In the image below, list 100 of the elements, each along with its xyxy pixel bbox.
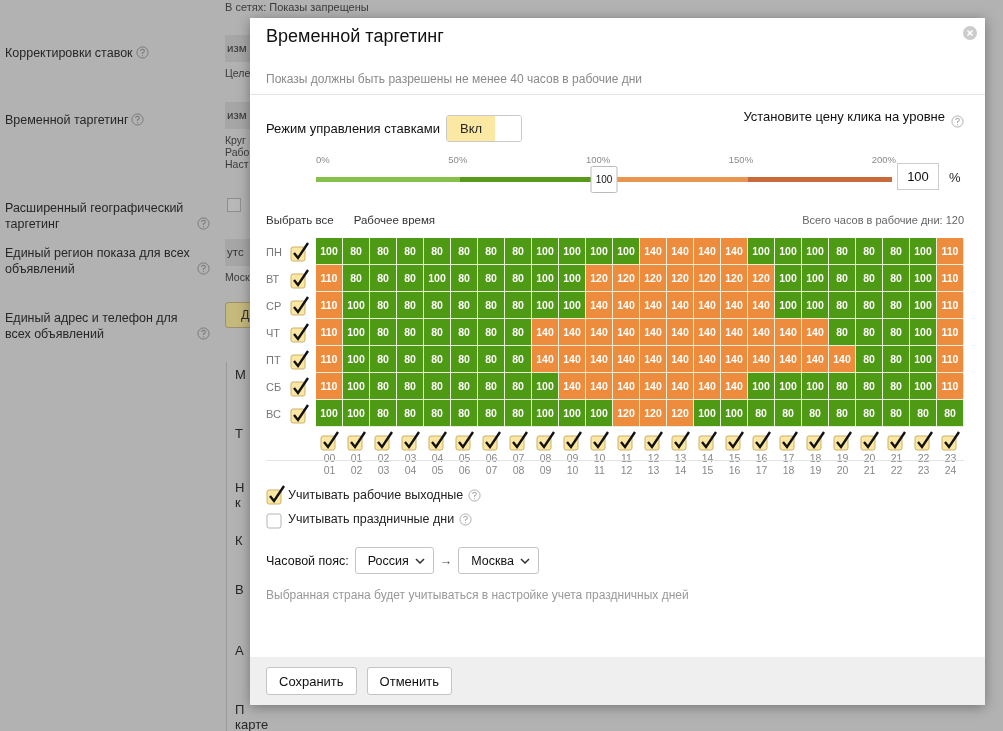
day-checkbox[interactable] xyxy=(290,376,310,397)
hour-cell[interactable]: 100 xyxy=(802,292,829,319)
hour-cell[interactable]: 110 xyxy=(316,292,343,319)
hour-cell[interactable]: 140 xyxy=(586,319,613,346)
hour-checkbox[interactable] xyxy=(319,431,340,451)
hour-cell[interactable]: 80 xyxy=(478,400,505,427)
day-checkbox[interactable] xyxy=(290,349,310,370)
hour-cell[interactable]: 80 xyxy=(370,319,397,346)
hour-cell[interactable]: 120 xyxy=(640,400,667,427)
hour-checkbox[interactable] xyxy=(454,431,475,451)
hour-cell[interactable]: 100 xyxy=(316,400,343,427)
hour-cell[interactable]: 140 xyxy=(613,373,640,400)
hour-cell[interactable]: 140 xyxy=(667,319,694,346)
hour-cell[interactable]: 80 xyxy=(883,319,910,346)
hour-cell[interactable]: 140 xyxy=(829,346,856,373)
hour-cell[interactable]: 140 xyxy=(721,346,748,373)
hour-cell[interactable]: 110 xyxy=(316,265,343,292)
hour-cell[interactable]: 80 xyxy=(883,373,910,400)
hour-cell[interactable]: 100 xyxy=(613,238,640,265)
hour-cell[interactable]: 140 xyxy=(667,238,694,265)
dialog-button[interactable]: Сохранить xyxy=(266,667,357,695)
dialog-button[interactable]: Отменить xyxy=(366,667,452,695)
hour-cell[interactable]: 80 xyxy=(451,373,478,400)
hour-checkbox[interactable] xyxy=(346,431,367,451)
day-checkbox[interactable] xyxy=(290,295,310,316)
hour-cell[interactable]: 140 xyxy=(640,346,667,373)
hour-cell[interactable]: 140 xyxy=(640,373,667,400)
hour-cell[interactable]: 80 xyxy=(505,400,532,427)
hour-cell[interactable]: 80 xyxy=(451,292,478,319)
hour-cell[interactable]: 80 xyxy=(343,238,370,265)
hour-cell[interactable]: 140 xyxy=(586,346,613,373)
hour-cell[interactable]: 140 xyxy=(748,346,775,373)
hour-cell[interactable]: 80 xyxy=(856,238,883,265)
hour-cell[interactable]: 80 xyxy=(370,400,397,427)
hour-cell[interactable]: 100 xyxy=(802,373,829,400)
hour-cell[interactable]: 80 xyxy=(802,400,829,427)
hour-cell[interactable]: 80 xyxy=(451,346,478,373)
hour-cell[interactable]: 100 xyxy=(532,238,559,265)
hour-cell[interactable]: 140 xyxy=(775,346,802,373)
hour-cell[interactable]: 100 xyxy=(748,373,775,400)
checkbox[interactable] xyxy=(227,198,241,212)
hour-cell[interactable]: 80 xyxy=(910,400,937,427)
hour-cell[interactable]: 110 xyxy=(316,373,343,400)
hour-cell[interactable]: 80 xyxy=(856,400,883,427)
hour-cell[interactable]: 100 xyxy=(343,400,370,427)
hour-checkbox[interactable] xyxy=(913,431,934,451)
hour-cell[interactable]: 100 xyxy=(775,265,802,292)
hour-cell[interactable]: 80 xyxy=(856,319,883,346)
hour-cell[interactable]: 100 xyxy=(910,238,937,265)
hour-cell[interactable]: 140 xyxy=(559,319,586,346)
hour-cell[interactable]: 80 xyxy=(829,400,856,427)
hour-cell[interactable]: 80 xyxy=(829,238,856,265)
hour-cell[interactable]: 120 xyxy=(667,265,694,292)
hour-cell[interactable]: 140 xyxy=(721,373,748,400)
hour-checkbox[interactable] xyxy=(832,431,853,451)
hour-cell[interactable]: 80 xyxy=(883,238,910,265)
hour-cell[interactable]: 100 xyxy=(910,292,937,319)
hour-cell[interactable]: 80 xyxy=(478,238,505,265)
hour-checkbox[interactable] xyxy=(589,431,610,451)
hour-cell[interactable]: 80 xyxy=(478,265,505,292)
hour-cell[interactable]: 100 xyxy=(532,292,559,319)
hour-cell[interactable]: 140 xyxy=(640,238,667,265)
hour-cell[interactable]: 80 xyxy=(478,292,505,319)
hour-checkbox[interactable] xyxy=(616,431,637,451)
hour-cell[interactable]: 80 xyxy=(856,292,883,319)
hour-checkbox[interactable] xyxy=(724,431,745,451)
hour-cell[interactable]: 120 xyxy=(613,265,640,292)
hour-cell[interactable]: 100 xyxy=(748,238,775,265)
hour-cell[interactable]: 80 xyxy=(424,319,451,346)
hour-cell[interactable]: 140 xyxy=(694,373,721,400)
checkbox[interactable] xyxy=(266,485,286,505)
hour-cell[interactable]: 100 xyxy=(316,238,343,265)
hour-checkbox[interactable] xyxy=(427,431,448,451)
hour-cell[interactable]: 110 xyxy=(316,346,343,373)
hour-checkbox[interactable] xyxy=(805,431,826,451)
link[interactable]: Рабочее время xyxy=(353,214,436,226)
hour-cell[interactable]: 120 xyxy=(640,265,667,292)
hour-cell[interactable]: 80 xyxy=(370,292,397,319)
hour-cell[interactable]: 140 xyxy=(559,346,586,373)
hour-checkbox[interactable] xyxy=(778,431,799,451)
hour-checkbox[interactable] xyxy=(751,431,772,451)
hour-cell[interactable]: 80 xyxy=(505,319,532,346)
day-checkbox[interactable] xyxy=(290,268,310,289)
hour-cell[interactable]: 80 xyxy=(451,400,478,427)
hour-cell[interactable]: 80 xyxy=(937,400,964,427)
hour-cell[interactable]: 80 xyxy=(883,346,910,373)
hour-cell[interactable]: 80 xyxy=(424,373,451,400)
hour-cell[interactable]: 140 xyxy=(721,238,748,265)
hour-cell[interactable]: 120 xyxy=(613,400,640,427)
hour-cell[interactable]: 80 xyxy=(856,346,883,373)
hour-cell[interactable]: 100 xyxy=(910,373,937,400)
day-checkbox[interactable] xyxy=(290,241,310,262)
hour-cell[interactable]: 80 xyxy=(424,292,451,319)
hour-cell[interactable]: 100 xyxy=(559,265,586,292)
hour-cell[interactable]: 110 xyxy=(937,238,964,265)
hour-cell[interactable]: 140 xyxy=(532,319,559,346)
hour-cell[interactable]: 140 xyxy=(694,238,721,265)
hour-cell[interactable]: 80 xyxy=(505,292,532,319)
hour-cell[interactable]: 80 xyxy=(424,346,451,373)
hour-cell[interactable]: 80 xyxy=(397,400,424,427)
